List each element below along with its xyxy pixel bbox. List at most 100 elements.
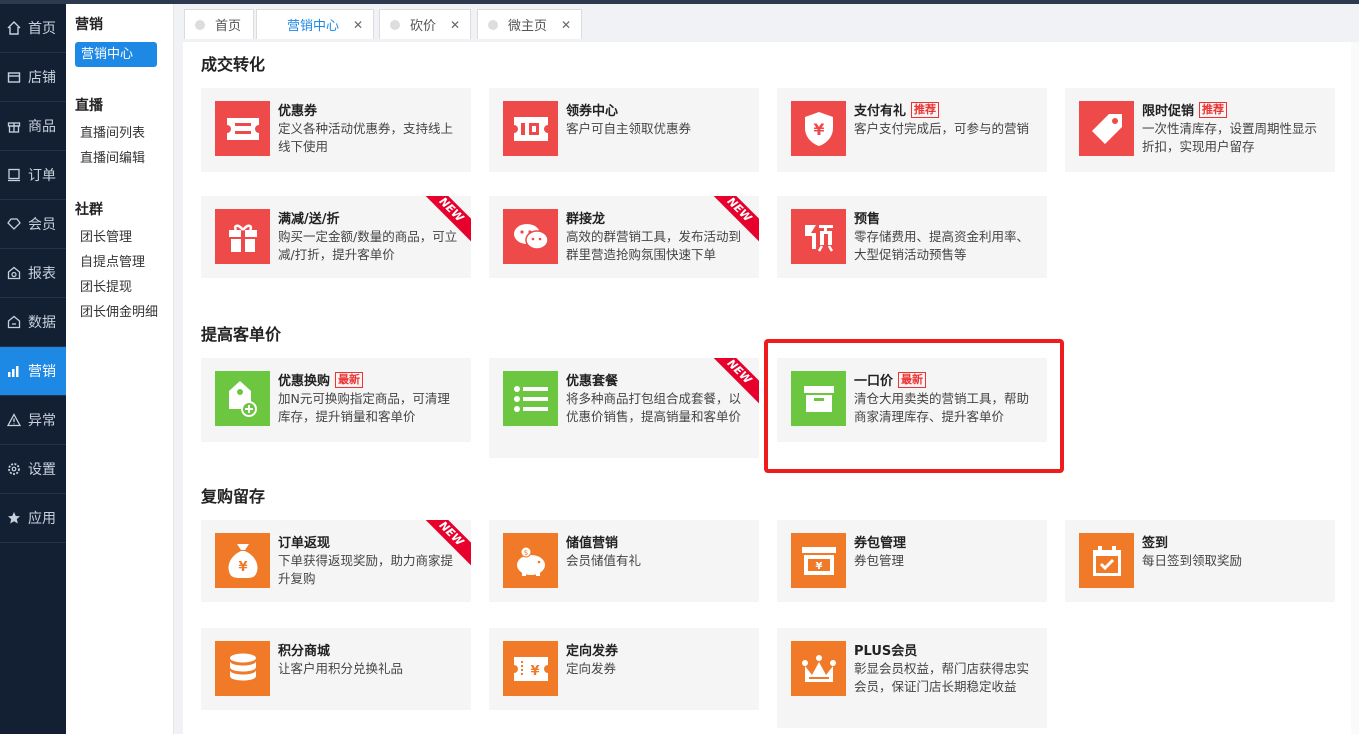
- gift-icon: [6, 118, 22, 134]
- subnav-item-leader-withdraw[interactable]: 团长提现: [66, 275, 173, 300]
- tab-label: 砍价: [410, 19, 437, 34]
- card-desc: 会员储值有礼: [566, 553, 642, 568]
- coupon-icon: [215, 101, 270, 156]
- subnav-item-leader-commission[interactable]: 团长佣金明细: [66, 300, 158, 325]
- card-desc: 客户支付完成后，可参与的营销: [854, 121, 1030, 136]
- card-desc: 彰显会员权益，帮门店获得忠实会员，保证门店长期稳定收益: [854, 661, 1030, 694]
- main-nav: 首页 店铺 商品 订单 会员 报表 数据 营销 异常 设置 应用: [0, 4, 66, 734]
- card-title: 积分商城: [278, 644, 331, 659]
- svg-text:¥: ¥: [530, 664, 539, 679]
- card-desc: 一次性清库存，设置周期性显示折扣，实现用户留存: [1142, 121, 1318, 154]
- card-desc: 客户可自主领取优惠券: [566, 121, 692, 136]
- card-checkin[interactable]: 签到 每日签到领取奖励: [1065, 520, 1335, 602]
- nav-label: 会员: [28, 217, 56, 233]
- section-title-aov: 提高客单价: [201, 325, 282, 344]
- card-desc: 零存储费用、提高资金利用率、大型促销活动预售等: [854, 229, 1030, 262]
- recommend-badge: 推荐: [911, 101, 940, 118]
- tab-home[interactable]: 首页: [184, 9, 254, 39]
- card-pay-gift[interactable]: ¥ 支付有礼 推荐 客户支付完成后，可参与的营销: [777, 88, 1047, 172]
- card-title: 定向发券: [566, 644, 619, 659]
- card-plus-member[interactable]: PLUS会员 彰显会员权益，帮门店获得忠实会员，保证门店长期稳定收益: [777, 628, 1047, 728]
- card-coupon-center[interactable]: 领券中心 客户可自主领取优惠券: [489, 88, 759, 172]
- card-desc: 让客户用积分兑换礼品: [278, 661, 404, 676]
- nav-item-reports[interactable]: 报表: [0, 249, 66, 298]
- nav-item-exceptions[interactable]: 异常: [0, 396, 66, 445]
- card-desc: 每日签到领取奖励: [1142, 553, 1243, 568]
- subnav-group-live: 直播 直播间列表 直播间编辑: [66, 85, 173, 171]
- coins-stack-icon: [215, 641, 270, 696]
- list-icon: [503, 371, 558, 426]
- subnav-group-title: 营销: [75, 17, 103, 33]
- nav-item-settings[interactable]: 设置: [0, 445, 66, 494]
- nav-item-store[interactable]: 店铺: [0, 53, 66, 102]
- page-scrollbar[interactable]: [1351, 42, 1359, 734]
- piggy-bank-icon: $: [503, 533, 558, 588]
- card-coupon-pack[interactable]: ¥ 券包管理 券包管理: [777, 520, 1047, 602]
- tab-bar: 首页 营销中心 ✕ 砍价 ✕ 微主页 ✕: [174, 4, 1359, 42]
- card-exchange[interactable]: 优惠换购 最新 加N元可换购指定商品，可清理库存，提升销量和客单价: [201, 358, 471, 442]
- card-desc: 清仓大用卖类的营销工具，帮助商家清理库存、提升客单价: [854, 391, 1030, 424]
- card-title: 领券中心: [566, 104, 619, 119]
- nav-item-orders[interactable]: 订单: [0, 151, 66, 200]
- store-icon: [6, 69, 22, 85]
- tab-dot-icon: [195, 19, 205, 30]
- nav-item-members[interactable]: 会员: [0, 200, 66, 249]
- card-title: 优惠套餐: [566, 374, 619, 389]
- latest-badge: 最新: [335, 371, 364, 388]
- tab-label: 营销中心: [287, 19, 340, 34]
- nav-label: 异常: [28, 413, 56, 429]
- card-desc: 下单获得返现奖励，助力商家提升复购: [278, 553, 454, 586]
- nav-item-home[interactable]: 首页: [0, 4, 66, 53]
- card-desc: 购买一定金额/数量的商品，可立减/打折，提升客单价: [278, 229, 458, 262]
- subnav-group-title: 直播: [75, 98, 103, 114]
- archive-box-icon: [791, 371, 846, 426]
- nav-label: 商品: [28, 119, 56, 135]
- card-title: 满减/送/折: [278, 212, 340, 227]
- calendar-check-icon: [1079, 533, 1134, 588]
- card-title: PLUS会员: [854, 644, 918, 659]
- card-title: 支付有礼: [854, 104, 907, 119]
- nav-item-apps[interactable]: 应用: [0, 494, 66, 543]
- money-bag-icon: ¥: [215, 533, 270, 588]
- card-title: 券包管理: [854, 536, 907, 551]
- card-targeted-coupon[interactable]: ¥ 定向发券 定向发券: [489, 628, 759, 710]
- card-desc: 定义各种活动优惠券，支持线上线下使用: [278, 121, 454, 154]
- tab-dot-icon: [390, 19, 400, 30]
- data-icon: [6, 314, 22, 330]
- card-cashback[interactable]: ¥ 订单返现 下单获得返现奖励，助力商家提升复购 NEW: [201, 520, 471, 602]
- close-icon[interactable]: ✕: [353, 18, 363, 32]
- nav-label: 应用: [28, 511, 56, 527]
- card-coupon[interactable]: 优惠券 定义各种活动优惠券，支持线上线下使用: [201, 88, 471, 172]
- card-full-reduce[interactable]: 满减/送/折 购买一定金额/数量的商品，可立减/打折，提升客单价 NEW: [201, 196, 471, 278]
- subnav-item-live-edit[interactable]: 直播间编辑: [66, 146, 173, 171]
- order-icon: [6, 167, 22, 183]
- card-stored-value[interactable]: $ 储值营销 会员储值有礼: [489, 520, 759, 602]
- card-title: 优惠券: [278, 104, 318, 119]
- tab-bargain[interactable]: 砍价 ✕: [379, 9, 471, 39]
- nav-label: 数据: [28, 315, 56, 331]
- secondary-sidebar: 营销 营销中心 直播 直播间列表 直播间编辑 社群 团长管理 自提点管理 团长提…: [66, 4, 174, 734]
- nav-item-data[interactable]: 数据: [0, 298, 66, 347]
- card-points-mall[interactable]: 积分商城 让客户用积分兑换礼品: [201, 628, 471, 710]
- tag-icon: [1079, 101, 1134, 156]
- card-desc: 定向发券: [566, 661, 617, 676]
- subnav-item-live-list[interactable]: 直播间列表: [66, 121, 173, 146]
- nav-item-goods[interactable]: 商品: [0, 102, 66, 151]
- subnav-item-marketing-center[interactable]: 营销中心: [75, 42, 157, 67]
- card-title: 订单返现: [278, 536, 331, 551]
- close-icon[interactable]: ✕: [450, 18, 460, 32]
- card-presale[interactable]: 预售 零存储费用、提高资金利用率、大型促销活动预售等: [777, 196, 1047, 278]
- subnav-item-leader-manage[interactable]: 团长管理: [66, 225, 173, 250]
- subnav-item-pickup-manage[interactable]: 自提点管理: [66, 250, 173, 275]
- card-package[interactable]: 优惠套餐 将多种商品打包组合成套餐，以优惠价销售，提高销量和客单价 NEW: [489, 358, 759, 458]
- section-title-conversion: 成交转化: [201, 55, 266, 74]
- recommend-badge: 推荐: [1199, 101, 1228, 118]
- card-fixed-price[interactable]: 一口价 最新 清仓大用卖类的营销工具，帮助商家清理库存、提升客单价: [777, 358, 1047, 442]
- close-icon[interactable]: ✕: [561, 18, 571, 32]
- tab-micro-homepage[interactable]: 微主页 ✕: [477, 9, 582, 39]
- tab-marketing-center[interactable]: 营销中心 ✕: [256, 9, 374, 39]
- card-group-chain[interactable]: 群接龙 高效的群营销工具，发布活动到群里营造抢购氛围快速下单 NEW: [489, 196, 759, 278]
- nav-item-marketing[interactable]: 营销: [0, 347, 66, 396]
- card-title: 限时促销: [1142, 104, 1195, 119]
- card-flash-sale[interactable]: 限时促销 推荐 一次性清库存，设置周期性显示折扣，实现用户留存: [1065, 88, 1335, 172]
